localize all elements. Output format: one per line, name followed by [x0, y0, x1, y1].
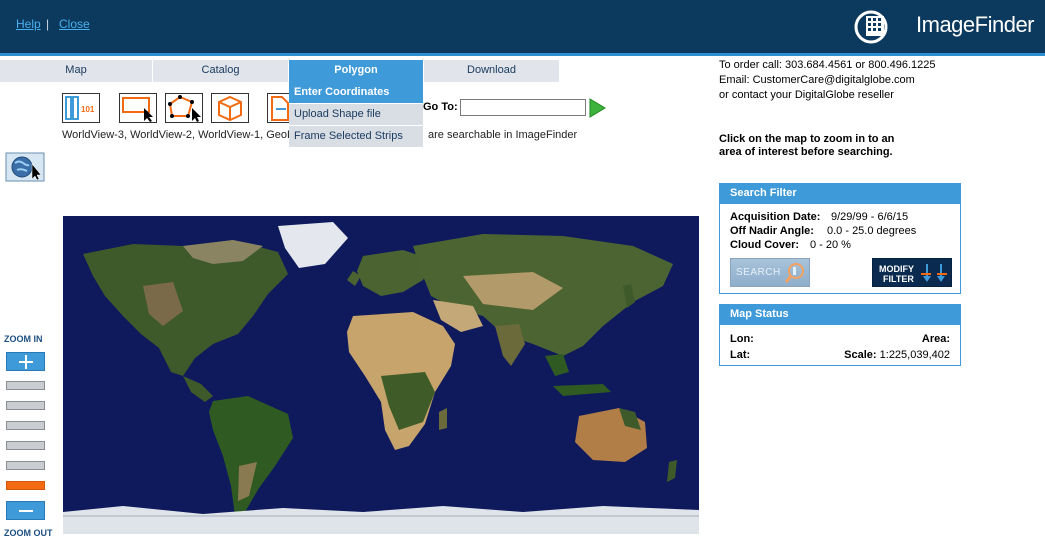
map-hint: Click on the map to zoom in to an area o… — [719, 133, 894, 159]
area-label: Area: — [921, 333, 950, 345]
scale-value: 1:225,039,402 — [879, 349, 950, 361]
rectangle-tool[interactable] — [119, 93, 157, 123]
polygon-menu: Enter Coordinates Upload Shape file Fram… — [289, 82, 423, 148]
tab-polygon[interactable]: Polygon — [289, 60, 423, 82]
scale-readout: Scale: 1:225,039,402 — [844, 349, 950, 361]
contact-email: Email: CustomerCare@digitalglobe.com — [719, 74, 915, 86]
zoom-level-1[interactable] — [6, 381, 45, 390]
search-button-label: SEARCH — [736, 267, 781, 278]
map-status-title: Map Status — [720, 305, 960, 325]
sensor-list-text: WorldView-3, WorldView-2, WorldView-1, G… — [62, 129, 295, 141]
search-icon — [784, 263, 804, 283]
close-link[interactable]: Close — [59, 17, 90, 31]
cube-tool[interactable] — [211, 93, 249, 123]
world-map-image — [63, 216, 699, 534]
file-tool[interactable] — [267, 93, 289, 123]
search-filter-title: Search Filter — [720, 184, 960, 204]
contact-phone: To order call: 303.684.4561 or 800.496.1… — [719, 59, 936, 71]
map-status-panel: Map Status Lon: Area: Lat: Scale: 1:225,… — [719, 304, 961, 366]
zoom-level-3[interactable] — [6, 421, 45, 430]
polygon-select-icon — [168, 95, 201, 122]
help-link[interactable]: Help — [16, 17, 41, 31]
cube-icon — [218, 95, 242, 122]
goto-input[interactable] — [460, 99, 586, 116]
zoom-in-button[interactable] — [6, 352, 45, 371]
map-hint-line2: area of interest before searching. — [719, 146, 893, 158]
zoom-in-label: ZOOM IN — [4, 334, 43, 344]
go-arrow-icon[interactable] — [588, 98, 606, 118]
filter-arrows-icon — [921, 264, 947, 282]
modify-button-line1: MODIFY — [879, 264, 914, 274]
lon-label: Lon: — [730, 333, 754, 345]
globe-select-icon[interactable] — [5, 152, 45, 182]
search-filter-panel: Search Filter Acquisition Date: 9/29/99 … — [719, 183, 961, 294]
sensor-list-suffix: are searchable in ImageFinder — [428, 129, 578, 141]
tab-catalog[interactable]: Catalog — [153, 60, 288, 82]
cloud-cover-label: Cloud Cover: — [730, 239, 800, 251]
zoom-level-2[interactable] — [6, 401, 45, 410]
tab-download[interactable]: Download — [424, 60, 559, 82]
strip-101-icon: 101 — [65, 96, 95, 120]
goto-label: Go To: — [423, 101, 458, 113]
acquisition-date-label: Acquisition Date: — [730, 211, 821, 223]
svg-text:101: 101 — [81, 105, 95, 114]
acquisition-date-value: 9/29/99 - 6/6/15 — [831, 211, 909, 223]
zoom-out-label: ZOOM OUT — [4, 528, 53, 538]
rectangle-select-icon — [122, 97, 153, 122]
search-button[interactable]: SEARCH — [730, 258, 810, 287]
zoom-level-6[interactable] — [6, 481, 45, 490]
modify-button-line2: FILTER — [883, 274, 914, 284]
header-separator: | — [46, 17, 50, 31]
world-map[interactable] — [63, 216, 699, 534]
off-nadir-label: Off Nadir Angle: — [730, 225, 814, 237]
menu-item-upload-shape-file[interactable]: Upload Shape file — [289, 104, 423, 126]
zoom-level-5[interactable] — [6, 461, 45, 470]
lat-label: Lat: — [730, 349, 751, 361]
cloud-cover-value: 0 - 20 % — [810, 239, 851, 251]
scale-label: Scale: — [844, 349, 877, 361]
logo-text: ImageFinder — [916, 12, 1035, 37]
off-nadir-value: 0.0 - 25.0 degrees — [827, 225, 917, 237]
map-hint-line1: Click on the map to zoom in to an — [719, 133, 895, 145]
menu-item-frame-selected-strips[interactable]: Frame Selected Strips — [289, 126, 423, 148]
zoom-out-button[interactable] — [6, 501, 45, 520]
polygon-tool[interactable] — [165, 93, 203, 123]
zoom-level-4[interactable] — [6, 441, 45, 450]
modify-filter-button[interactable]: MODIFY FILTER — [872, 258, 952, 287]
contact-reseller: or contact your DigitalGlobe reseller — [719, 89, 894, 101]
strip-select-tool[interactable]: 101 — [62, 93, 100, 123]
imagefinder-logo-icon — [854, 10, 888, 44]
file-icon — [271, 96, 289, 121]
tab-map[interactable]: Map — [0, 60, 152, 82]
menu-item-enter-coordinates[interactable]: Enter Coordinates — [289, 82, 423, 104]
header-divider — [0, 53, 1045, 56]
